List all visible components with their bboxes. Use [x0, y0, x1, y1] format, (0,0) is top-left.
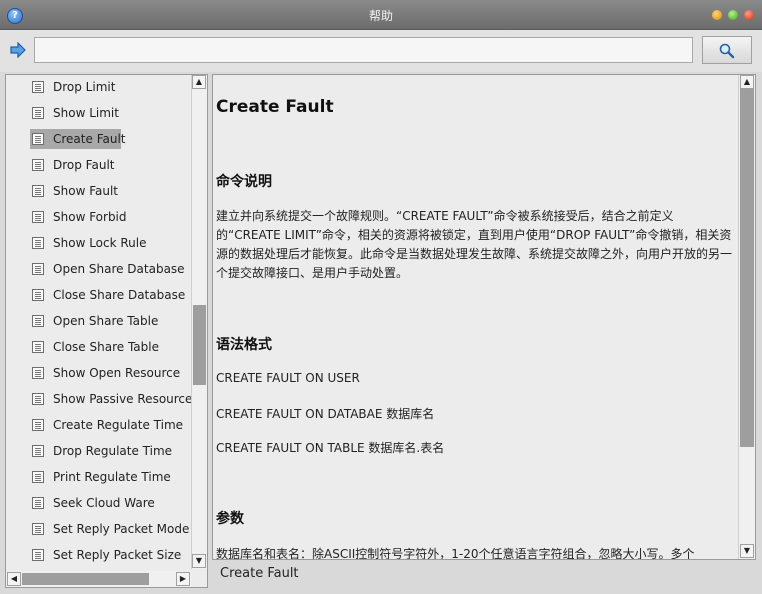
sidebar-item-label: Show Limit: [53, 106, 119, 120]
syntax-line: CREATE FAULT ON DATABAE 数据库名: [216, 407, 435, 421]
document-icon: [32, 367, 44, 379]
content-scroll-down-button[interactable]: ▼: [740, 544, 754, 558]
sidebar-item[interactable]: Set Reply Packet Size: [30, 545, 190, 565]
sidebar-item-label: Create Regulate Time: [53, 418, 184, 432]
status-bar-text: Create Fault: [220, 566, 299, 581]
sidebar-item[interactable]: Show Fault: [30, 181, 190, 201]
sidebar-item-label: Create Fault: [53, 132, 126, 146]
sidebar-item-label: Close Share Database: [53, 288, 186, 302]
search-input[interactable]: [34, 37, 693, 63]
sidebar-item-label: Open Share Database: [53, 262, 185, 276]
document-icon: [32, 315, 44, 327]
sidebar-item[interactable]: Show Limit: [30, 103, 190, 123]
sidebar-item-label: Print Regulate Time: [53, 470, 171, 484]
document-icon: [32, 185, 44, 197]
sidebar-item-label: Set Reply Packet Mode: [53, 522, 190, 536]
content-vertical-scrollbar[interactable]: ▲ ▼: [738, 75, 755, 559]
document-icon: [32, 289, 44, 301]
sidebar-item[interactable]: Create Regulate Time: [30, 415, 190, 435]
document-icon: [32, 419, 44, 431]
sidebar-item[interactable]: Open Share Table: [30, 311, 190, 331]
sidebar-item[interactable]: Show Open Resource: [30, 363, 190, 383]
close-button[interactable]: [744, 10, 754, 20]
left-vertical-scrollbar[interactable]: ▲ ▼: [191, 75, 207, 569]
sidebar-item-label: Show Forbid: [53, 210, 127, 224]
sidebar-item[interactable]: Set Reply Packet Mode: [30, 519, 190, 539]
sidebar-item-label: Seek Cloud Ware: [53, 496, 155, 510]
scroll-right-button[interactable]: ▶: [176, 572, 190, 586]
sidebar-item-label: Drop Regulate Time: [53, 444, 173, 458]
document-icon: [32, 107, 44, 119]
section-title-params: 参数: [216, 511, 244, 527]
sidebar-item-label: Set Reply Packet Size: [53, 548, 182, 562]
document-icon: [32, 341, 44, 353]
sidebar-item[interactable]: Show Lock Rule: [30, 233, 190, 253]
sidebar-item[interactable]: Drop Fault: [30, 155, 190, 175]
description-text: 建立并向系统提交一个故障规则。“CREATE FAULT”命令被系统接受后，结合…: [216, 209, 733, 280]
maximize-button[interactable]: [728, 10, 738, 20]
sidebar-item-label: Close Share Table: [53, 340, 159, 354]
topic-list: Drop Limit Show Limit Create Fault Drop Fau…: [6, 75, 191, 569]
sidebar-item[interactable]: Create Fault: [30, 129, 190, 149]
page-title: Create Fault: [216, 97, 334, 117]
sidebar-item[interactable]: Show Passive Resource: [30, 389, 191, 409]
sidebar-item[interactable]: Show Forbid: [30, 207, 190, 227]
sidebar-item-label: Drop Fault: [53, 158, 115, 172]
sidebar-item[interactable]: Close Share Database: [30, 285, 190, 305]
sidebar-item-label: Open Share Table: [53, 314, 159, 328]
document-icon: [32, 523, 44, 535]
toolbar: [0, 30, 762, 72]
syntax-line: CREATE FAULT ON TABLE 数据库名.表名: [216, 441, 445, 455]
document-icon: [32, 497, 44, 509]
document-icon: [32, 81, 44, 93]
help-content-panel: Create Fault 命令说明 建立并向系统提交一个故障规则。“CREATE…: [212, 74, 756, 560]
search-button[interactable]: [702, 36, 752, 64]
document-icon: [32, 133, 44, 145]
minimize-button[interactable]: [712, 10, 722, 20]
sidebar-item[interactable]: Close Share Table: [30, 337, 190, 357]
content-scroll-thumb[interactable]: [740, 89, 754, 447]
scroll-thumb[interactable]: [193, 305, 206, 385]
sidebar-item-label: Show Open Resource: [53, 366, 181, 380]
search-icon: [719, 43, 735, 59]
sidebar-item[interactable]: Print Regulate Time: [30, 467, 190, 487]
document-icon: [32, 159, 44, 171]
scroll-up-button[interactable]: ▲: [192, 75, 206, 89]
sidebar-item[interactable]: Drop Regulate Time: [30, 441, 190, 461]
sidebar-item-label: Show Passive Resource: [53, 392, 191, 406]
document-icon: [32, 263, 44, 275]
document-icon: [32, 445, 44, 457]
sidebar-item[interactable]: Seek Cloud Ware: [30, 493, 190, 513]
document-icon: [32, 549, 44, 561]
content-scroll-up-button[interactable]: ▲: [740, 75, 754, 89]
sidebar-item[interactable]: Drop Limit: [30, 77, 190, 97]
document-icon: [32, 237, 44, 249]
scroll-left-button[interactable]: ◀: [7, 572, 21, 586]
params-text: 数据库名和表名：除ASCII控制符号字符外，1-20个任意语言字符组合，忽略大小…: [216, 547, 695, 560]
left-horizontal-scrollbar[interactable]: ◀ ▶: [6, 571, 191, 587]
sidebar-item-label: Show Lock Rule: [53, 236, 147, 250]
topic-tree-panel: Drop Limit Show Limit Create Fault Drop Fau…: [5, 74, 208, 588]
sidebar-item-label: Drop Limit: [53, 80, 116, 94]
horizontal-scroll-thumb[interactable]: [22, 573, 149, 585]
document-icon: [32, 471, 44, 483]
arrow-right-icon[interactable]: [10, 42, 26, 58]
scroll-down-button[interactable]: ▼: [192, 554, 206, 568]
syntax-line: CREATE FAULT ON USER: [216, 371, 360, 385]
section-title-syntax: 语法格式: [216, 337, 272, 353]
sidebar-item-label: Show Fault: [53, 184, 118, 198]
title-bar: ? 帮助: [0, 0, 762, 30]
sidebar-item[interactable]: Open Share Database: [30, 259, 190, 279]
document-icon: [32, 393, 44, 405]
document-icon: [32, 211, 44, 223]
section-title-description: 命令说明: [216, 174, 272, 190]
window-title: 帮助: [368, 9, 393, 23]
